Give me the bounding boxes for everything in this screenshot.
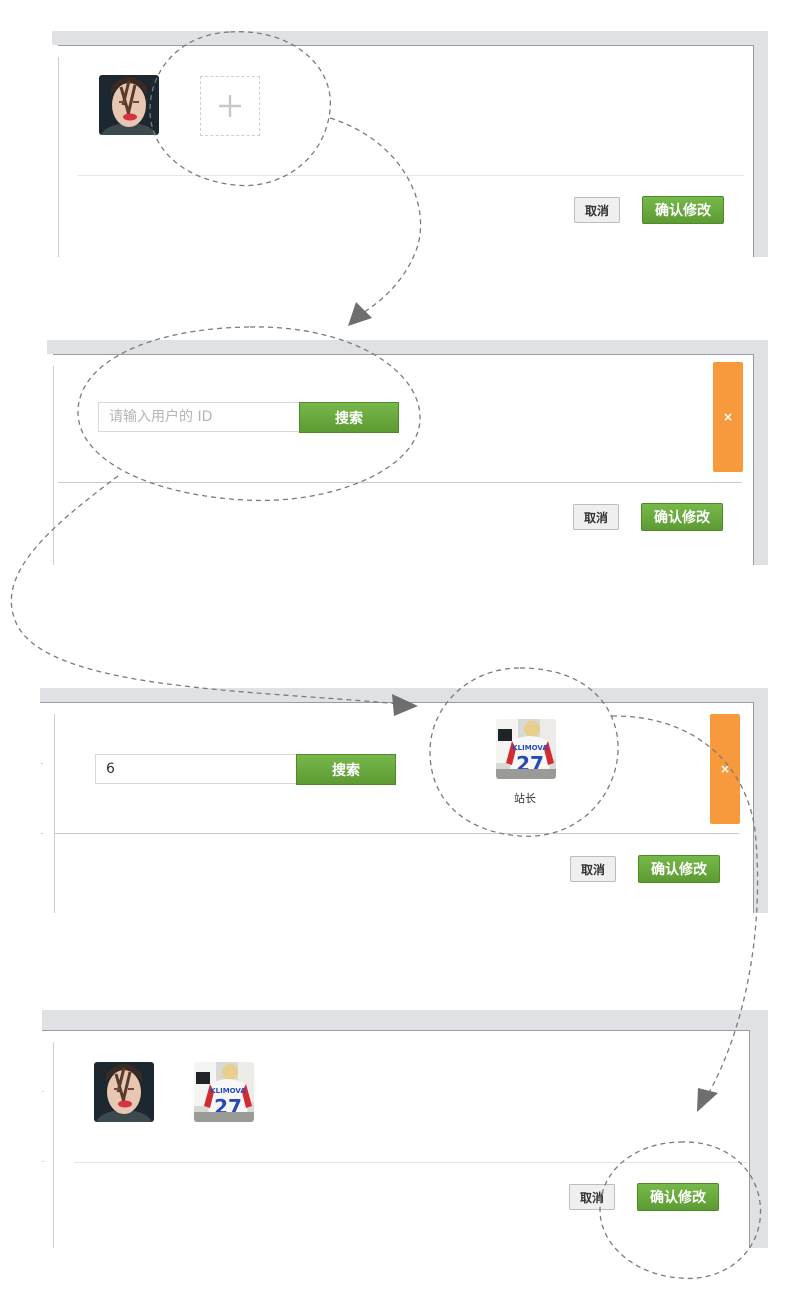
avatar-jersey[interactable] [194,1062,254,1122]
panel-top-frame [42,1010,768,1030]
panel-left-border [53,366,54,565]
close-button[interactable]: × [710,714,740,824]
close-icon: × [722,410,734,424]
edge-tick [41,833,43,834]
cancel-button[interactable]: 取消 [573,504,619,530]
step4-panel [42,1010,768,1248]
panel-right-frame [750,1010,768,1248]
cancel-button[interactable]: 取消 [570,856,616,882]
add-user-button[interactable] [200,76,260,136]
user-id-input[interactable] [95,754,297,784]
cancel-button[interactable]: 取消 [574,197,620,223]
panel-right-frame [754,340,768,565]
confirm-button[interactable]: 确认修改 [638,855,720,883]
footer-divider [55,833,739,834]
search-result-name: 站长 [514,792,536,805]
footer-divider [58,482,742,483]
dialog-body [53,354,754,565]
panel-top-frame [52,31,768,45]
confirm-button[interactable]: 确认修改 [642,196,724,224]
panel-left-border [54,714,55,913]
footer-divider [78,175,744,176]
confirm-button[interactable]: 确认修改 [641,503,723,531]
panel-top-frame [40,688,768,702]
panel-left-border [58,57,59,257]
panel-left-border [53,1042,54,1248]
close-button[interactable]: × [713,362,743,472]
plus-icon [219,95,241,117]
panel-right-frame [754,688,768,913]
avatar-woman[interactable] [94,1062,154,1122]
close-icon: × [719,762,731,776]
search-result-avatar[interactable] [496,719,556,779]
user-id-input[interactable] [98,402,300,432]
panel-top-frame [47,340,768,354]
panel-right-frame [754,31,768,257]
cancel-button[interactable]: 取消 [569,1184,615,1210]
edge-tick [42,1161,44,1162]
avatar-woman[interactable] [99,75,159,135]
dialog-body [58,45,754,257]
step2-panel [47,340,768,565]
arrowhead [348,302,372,326]
edge-tick [42,1091,44,1092]
search-button[interactable]: 搜索 [296,754,396,785]
confirm-button[interactable]: 确认修改 [637,1183,719,1211]
edge-tick [41,763,43,764]
footer-divider [74,1162,748,1163]
search-button[interactable]: 搜索 [299,402,399,433]
